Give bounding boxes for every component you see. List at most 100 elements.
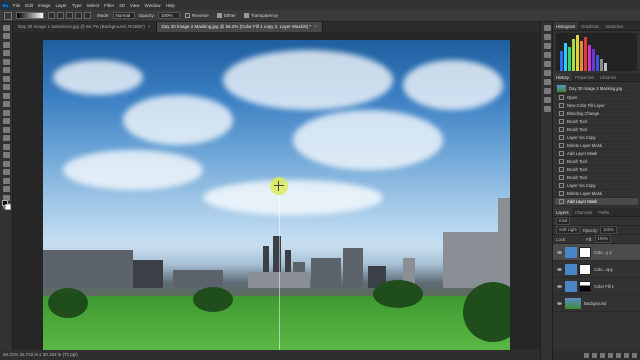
layer-mask-thumbnail[interactable] bbox=[579, 263, 591, 275]
menu-3d[interactable]: 3D bbox=[119, 3, 125, 8]
history-item[interactable]: Brush Tool bbox=[555, 126, 638, 134]
path-select-tool-icon[interactable] bbox=[3, 169, 10, 175]
fill-field[interactable]: 100% bbox=[594, 235, 612, 243]
menu-filter[interactable]: Filter bbox=[104, 3, 114, 8]
tab-layers[interactable]: Layers bbox=[553, 208, 572, 216]
color-icon[interactable] bbox=[543, 52, 551, 58]
photoshop-logo-icon[interactable]: Ps bbox=[2, 1, 9, 9]
link-icon[interactable] bbox=[584, 353, 589, 358]
history-item[interactable]: Layer Via Copy bbox=[555, 134, 638, 142]
actions-icon[interactable] bbox=[543, 97, 551, 103]
tab-gradients[interactable]: Gradients bbox=[578, 22, 602, 30]
menu-image[interactable]: Image bbox=[38, 3, 51, 8]
type-tool-icon[interactable] bbox=[3, 160, 10, 167]
close-icon[interactable]: × bbox=[148, 24, 151, 29]
eye-icon[interactable] bbox=[557, 250, 562, 254]
stamp-tool-icon[interactable] bbox=[3, 101, 10, 107]
hand-tool-icon[interactable] bbox=[3, 186, 10, 192]
tab-swatches[interactable]: Swatches bbox=[602, 22, 626, 30]
history-item-current[interactable]: Add Layer Mask bbox=[555, 198, 638, 206]
history-item[interactable]: Layer Via Copy bbox=[555, 182, 638, 190]
reverse-checkbox[interactable] bbox=[185, 13, 191, 18]
history-item[interactable]: Open bbox=[555, 94, 638, 102]
history-item[interactable]: Brush Tool bbox=[555, 158, 638, 166]
eraser-tool-icon[interactable] bbox=[3, 118, 10, 124]
histogram-icon[interactable] bbox=[543, 25, 551, 31]
background-color-swatch[interactable] bbox=[5, 204, 11, 210]
adjustment-layer-icon[interactable] bbox=[608, 353, 613, 358]
paragraph-icon[interactable] bbox=[543, 79, 551, 85]
layer-kind-filter[interactable]: Kind bbox=[556, 217, 571, 225]
canvas-area[interactable] bbox=[13, 32, 540, 350]
layer-row[interactable]: Background bbox=[553, 295, 640, 312]
transparency-checkbox[interactable] bbox=[243, 13, 249, 18]
eye-icon[interactable] bbox=[557, 301, 562, 305]
fx-icon[interactable] bbox=[592, 353, 597, 358]
marquee-tool-icon[interactable] bbox=[3, 33, 10, 39]
mode-select[interactable]: Normal bbox=[112, 12, 135, 19]
gradient-start-marker[interactable] bbox=[270, 177, 288, 195]
layer-mask-thumbnail[interactable] bbox=[579, 280, 591, 292]
gradient-tool-icon[interactable] bbox=[3, 126, 10, 133]
layer-mask-thumbnail[interactable] bbox=[579, 246, 591, 258]
angle-gradient-icon[interactable] bbox=[66, 12, 73, 19]
swatches-icon[interactable] bbox=[543, 43, 551, 49]
history-item[interactable]: Delete Layer Mask bbox=[555, 190, 638, 198]
menu-window[interactable]: Window bbox=[145, 3, 161, 8]
blend-mode-select[interactable]: Soft Light bbox=[556, 226, 580, 234]
frame-tool-icon[interactable] bbox=[3, 67, 10, 73]
menu-view[interactable]: View bbox=[130, 3, 140, 8]
document-image[interactable] bbox=[43, 40, 510, 350]
layer-opacity-field[interactable]: 100% bbox=[600, 226, 617, 234]
healing-tool-icon[interactable] bbox=[3, 84, 10, 90]
layer-row[interactable]: Colo...opy bbox=[553, 261, 640, 278]
gradient-picker[interactable] bbox=[16, 12, 44, 19]
radial-gradient-icon[interactable] bbox=[57, 12, 64, 19]
quick-select-tool-icon[interactable] bbox=[3, 50, 10, 56]
tab-paths[interactable]: Paths bbox=[595, 208, 612, 216]
menu-layer[interactable]: Layer bbox=[56, 3, 67, 8]
menu-select[interactable]: Select bbox=[87, 3, 100, 8]
history-item[interactable]: Brush Tool bbox=[555, 118, 638, 126]
shape-tool-icon[interactable] bbox=[3, 177, 10, 184]
pen-tool-icon[interactable] bbox=[3, 152, 10, 158]
tab-history[interactable]: History bbox=[553, 73, 573, 81]
brush-settings-icon[interactable] bbox=[543, 70, 551, 76]
history-item[interactable]: Brush Tool bbox=[555, 174, 638, 182]
history-snapshot[interactable]: Day 30 Image 2 Masking.jpg bbox=[555, 84, 638, 94]
tab-image-1[interactable]: Day 30 Image 1 Selections.jpg @ 66.7% (B… bbox=[13, 22, 157, 32]
history-item[interactable]: New Color Fill Layer bbox=[555, 102, 638, 110]
tab-channels[interactable]: Channels bbox=[572, 208, 596, 216]
history-item[interactable]: Brush Tool bbox=[555, 166, 638, 174]
menu-help[interactable]: Help bbox=[166, 3, 175, 8]
eye-icon[interactable] bbox=[557, 284, 562, 288]
new-layer-icon[interactable] bbox=[624, 353, 629, 358]
diamond-gradient-icon[interactable] bbox=[84, 12, 91, 19]
history-item[interactable]: Add Layer Mask bbox=[555, 150, 638, 158]
group-icon[interactable] bbox=[616, 353, 621, 358]
opacity-field[interactable]: 100% bbox=[158, 12, 181, 19]
brush-tool-icon[interactable] bbox=[3, 92, 10, 99]
tab-image-2[interactable]: Day 30 Image 2 Masking.jpg @ 56.2% (Colo… bbox=[156, 22, 323, 32]
layer-row[interactable]: Colo...y 2 bbox=[553, 244, 640, 261]
gradient-tool-icon[interactable] bbox=[4, 11, 12, 20]
move-tool-icon[interactable] bbox=[3, 24, 10, 31]
dodge-tool-icon[interactable] bbox=[3, 143, 10, 150]
eyedropper-tool-icon[interactable] bbox=[3, 75, 10, 82]
adjustments-icon[interactable] bbox=[543, 61, 551, 67]
menu-type[interactable]: Type bbox=[72, 3, 82, 8]
layer-row[interactable]: Color Fill 1 bbox=[553, 278, 640, 295]
history-item[interactable]: Blending Change bbox=[555, 110, 638, 118]
eye-icon[interactable] bbox=[557, 267, 562, 271]
reflected-gradient-icon[interactable] bbox=[75, 12, 82, 19]
history-item[interactable]: Delete Layer Mask bbox=[555, 142, 638, 150]
tab-properties[interactable]: Properties bbox=[572, 73, 597, 81]
lasso-tool-icon[interactable] bbox=[3, 41, 10, 48]
tab-histogram[interactable]: Histogram bbox=[553, 22, 579, 30]
tab-libraries[interactable]: Libraries bbox=[597, 73, 619, 81]
history-brush-tool-icon[interactable] bbox=[3, 109, 10, 116]
crop-tool-icon[interactable] bbox=[3, 58, 10, 65]
menu-edit[interactable]: Edit bbox=[25, 3, 33, 8]
linear-gradient-icon[interactable] bbox=[48, 12, 55, 19]
add-mask-icon[interactable] bbox=[600, 353, 605, 358]
